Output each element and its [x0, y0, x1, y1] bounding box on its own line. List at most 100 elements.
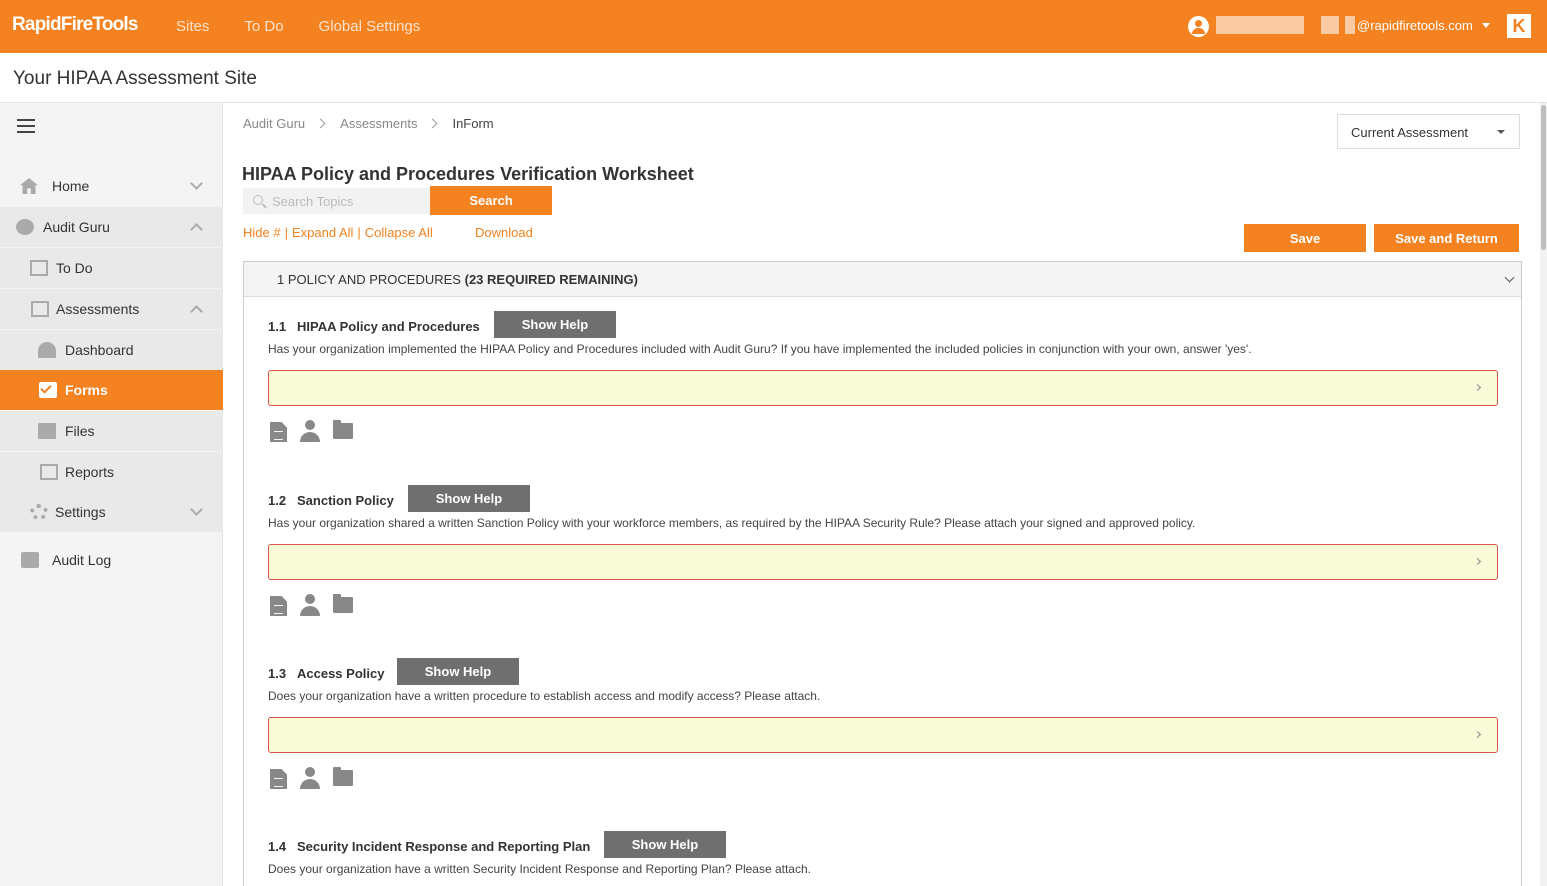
redacted-username — [1345, 16, 1355, 34]
show-help-button[interactable]: Show Help — [604, 831, 726, 858]
question-text: Has your organization shared a written S… — [268, 516, 1196, 530]
chevron-up-icon[interactable] — [190, 223, 203, 236]
folder-icon[interactable] — [333, 420, 353, 439]
expand-all-link[interactable]: Expand All — [292, 225, 353, 240]
home-icon — [20, 178, 38, 194]
sidebar-item-files[interactable]: Files — [0, 411, 223, 451]
note-icon[interactable] — [270, 596, 287, 616]
sidebar-item-audit-log[interactable]: Audit Log — [0, 540, 223, 580]
report-icon — [40, 464, 58, 480]
redacted-username — [1321, 16, 1339, 34]
chevron-right-icon — [1473, 730, 1482, 739]
search-input[interactable]: Search Topics — [243, 188, 430, 214]
breadcrumb-assessments[interactable]: Assessments — [340, 116, 417, 131]
question-number: 1.3 — [268, 666, 287, 681]
document-icon — [31, 301, 49, 317]
rapidfire-logo[interactable]: RapidFireTools — [12, 14, 138, 36]
note-icon[interactable] — [270, 769, 287, 789]
menu-icon[interactable] — [17, 119, 35, 133]
sidebar-item-label: Audit Log — [52, 552, 112, 568]
sidebar-item-label: To Do — [56, 260, 93, 276]
top-nav: Sites To Do Global Settings — [176, 18, 420, 35]
chevron-down-icon[interactable] — [1504, 272, 1515, 283]
section-policy-procedures: 1 POLICY AND PROCEDURES (23 REQUIRED REM… — [243, 261, 1522, 886]
sidebar-item-settings[interactable]: Settings — [0, 492, 223, 532]
answer-field[interactable] — [268, 717, 1498, 753]
search-placeholder: Search Topics — [272, 194, 354, 209]
sidebar-item-label: Audit Guru — [43, 219, 110, 235]
search-button[interactable]: Search — [430, 186, 552, 215]
audit-guru-icon — [16, 219, 34, 235]
folder-icon — [38, 423, 56, 439]
nav-global-settings[interactable]: Global Settings — [319, 18, 421, 35]
sidebar-item-label: Files — [65, 423, 95, 439]
question-title: Sanction Policy — [297, 493, 394, 508]
question-actions — [270, 420, 353, 442]
question-number: 1.2 — [268, 493, 287, 508]
sidebar-item-audit-guru[interactable]: Audit Guru — [0, 207, 223, 247]
question-number: 1.4 — [268, 839, 287, 854]
answer-field[interactable] — [268, 370, 1498, 406]
checkbox-icon — [39, 382, 57, 398]
breadcrumb: Audit Guru Assessments InForm — [243, 116, 494, 131]
sidebar-item-label: Dashboard — [65, 342, 134, 358]
sidebar-item-label: Settings — [55, 504, 106, 520]
site-header: Your HIPAA Assessment Site — [0, 53, 1547, 103]
kaseya-logo-icon[interactable]: K — [1507, 14, 1531, 38]
chevron-right-icon — [428, 118, 438, 129]
caret-down-icon[interactable] — [1482, 23, 1490, 28]
page-scrollbar[interactable] — [1540, 103, 1547, 886]
save-and-return-button[interactable]: Save and Return — [1374, 224, 1519, 252]
breadcrumb-inform: InForm — [452, 116, 494, 131]
hide-numbers-link[interactable]: Hide # — [243, 225, 281, 240]
sidebar-item-label: Forms — [65, 382, 108, 398]
worksheet-links: Hide # | Expand All | Collapse All — [243, 225, 433, 240]
user-email[interactable]: @rapidfiretools.com — [1357, 18, 1473, 33]
chevron-right-icon — [315, 118, 326, 129]
question-text: Does your organization have a written Se… — [268, 862, 811, 876]
scrollbar-thumb[interactable] — [1541, 105, 1546, 250]
answer-field[interactable] — [268, 544, 1498, 580]
list-icon — [30, 260, 48, 276]
chevron-down-icon[interactable] — [190, 503, 203, 516]
note-icon[interactable] — [270, 422, 287, 442]
question-number: 1.1 — [268, 319, 287, 334]
clipboard-icon — [21, 552, 39, 568]
sidebar-item-forms[interactable]: Forms — [0, 370, 223, 410]
show-help-button[interactable]: Show Help — [494, 311, 616, 338]
assessment-select-value: Current Assessment — [1351, 125, 1469, 140]
save-button[interactable]: Save — [1244, 224, 1366, 252]
nav-todo[interactable]: To Do — [244, 18, 283, 35]
folder-icon[interactable] — [333, 594, 353, 613]
sidebar-item-home[interactable]: Home — [0, 166, 223, 206]
sidebar-item-label: Assessments — [56, 301, 140, 317]
assessment-select[interactable]: Current Assessment — [1337, 114, 1520, 149]
user-icon[interactable] — [300, 594, 320, 616]
sidebar-item-label: Reports — [65, 464, 115, 480]
user-icon[interactable] — [300, 420, 320, 442]
question-title: HIPAA Policy and Procedures — [297, 319, 480, 334]
sidebar-item-dashboard[interactable]: Dashboard — [0, 330, 223, 370]
sidebar-item-assessments[interactable]: Assessments — [0, 289, 223, 329]
section-title: 1 POLICY AND PROCEDURES (23 REQUIRED REM… — [277, 272, 638, 287]
sidebar: Home Audit Guru To Do Assessments Dashbo… — [0, 103, 223, 886]
sidebar-item-reports[interactable]: Reports — [0, 452, 223, 492]
chevron-up-icon[interactable] — [190, 305, 203, 318]
chevron-down-icon[interactable] — [190, 177, 203, 190]
user-icon[interactable] — [1188, 16, 1209, 37]
collapse-all-link[interactable]: Collapse All — [365, 225, 433, 240]
question-actions — [270, 767, 353, 789]
show-help-button[interactable]: Show Help — [408, 485, 530, 512]
main-content: Audit Guru Assessments InForm Current As… — [224, 103, 1536, 886]
download-link[interactable]: Download — [475, 225, 533, 240]
nav-sites[interactable]: Sites — [176, 18, 209, 35]
chevron-right-icon — [1473, 557, 1482, 566]
sidebar-item-todo[interactable]: To Do — [0, 248, 223, 288]
user-icon[interactable] — [300, 767, 320, 789]
breadcrumb-audit-guru[interactable]: Audit Guru — [243, 116, 305, 131]
show-help-button[interactable]: Show Help — [397, 658, 519, 685]
gear-icon — [30, 504, 48, 520]
section-title-text: 1 POLICY AND PROCEDURES — [277, 272, 461, 287]
folder-icon[interactable] — [333, 767, 353, 786]
section-header[interactable]: 1 POLICY AND PROCEDURES (23 REQUIRED REM… — [244, 262, 1521, 297]
